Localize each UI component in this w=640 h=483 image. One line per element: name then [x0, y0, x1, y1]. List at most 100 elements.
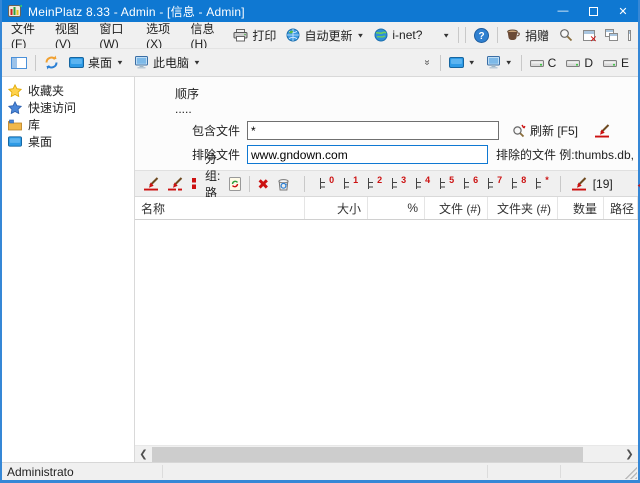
star-blue-icon [8, 101, 22, 114]
minimize-button[interactable]: — [548, 0, 578, 22]
tree-depth-icon [487, 178, 494, 190]
level-8-button[interactable]: 8 [507, 175, 531, 193]
separator [440, 55, 441, 71]
tile-windows-icon [628, 30, 631, 41]
recycle-bin-button[interactable] [273, 174, 294, 194]
status-divider [560, 465, 561, 478]
list-options-button[interactable] [187, 174, 201, 193]
column-header-size[interactable]: 大小 [305, 197, 368, 219]
close-window-icon [583, 30, 595, 41]
tree-depth-icon [511, 178, 518, 190]
expand-columns-button[interactable]: ↔ [631, 173, 640, 194]
column-header-folders[interactable]: 文件夹 (#) [488, 197, 558, 219]
refresh-grouping-button[interactable] [224, 174, 246, 194]
tree-depth-icon [319, 178, 326, 190]
desktop-icon-button[interactable]: ▼ [444, 54, 481, 71]
order-label: 顺序 [175, 85, 634, 102]
left-right-arrow-icon: ↔ [635, 176, 640, 191]
inet-button[interactable]: i-net? ▼ [369, 25, 455, 45]
chevron-down-icon: ▼ [116, 59, 124, 66]
chevron-down-icon: ▼ [442, 31, 450, 38]
tree-depth-icon [391, 178, 398, 190]
toggle-sidebar-button[interactable] [6, 54, 32, 72]
desktop-icon [449, 57, 464, 68]
maximize-button[interactable] [578, 0, 608, 22]
auto-update-button[interactable]: 自动更新 ▼ [281, 24, 369, 47]
level-2-button[interactable]: 2 [363, 175, 387, 193]
column-header-percent[interactable]: % [368, 197, 425, 219]
results-table-header: 名称 大小 % 文件 (#) 文件夹 (#) 数量 路径 [135, 197, 638, 220]
exclude-files-hint: 排除的文件 例:thumbs.db, [496, 146, 634, 163]
tile-windows-button[interactable] [623, 27, 636, 44]
sidebar-item-desktop[interactable]: 桌面 [4, 133, 132, 150]
drive-icon [530, 58, 544, 68]
separator [465, 27, 466, 43]
window-controls: — ✕ [548, 0, 638, 22]
scrollbar-thumb[interactable] [152, 447, 583, 462]
sidebar-item-libraries[interactable]: 库 [4, 116, 132, 133]
level-7-button[interactable]: 7 [483, 175, 507, 193]
column-header-name[interactable]: 名称 [135, 197, 305, 219]
results-table-body[interactable] [135, 220, 638, 445]
toolbar-overflow-button[interactable]: » [417, 54, 437, 71]
cascade-windows-button[interactable] [600, 26, 623, 44]
column-header-path[interactable]: 路径 [604, 197, 638, 219]
refresh-button[interactable] [39, 52, 64, 73]
help-button[interactable]: ? [469, 25, 494, 46]
separator [249, 176, 250, 192]
level-1-button[interactable]: 1 [339, 175, 363, 193]
separator [458, 27, 459, 43]
scan-shovel-button[interactable] [589, 121, 615, 141]
level-all-button[interactable]: * [531, 175, 554, 193]
clear-list-button[interactable]: ✖ [253, 174, 273, 194]
chevron-down-icon: ▼ [505, 59, 513, 66]
drive-d-button[interactable]: D [561, 53, 598, 73]
scan-folder-button[interactable] [139, 174, 163, 194]
drive-e-button[interactable]: E [598, 53, 634, 73]
help-icon: ? [474, 28, 489, 43]
scroll-right-arrow[interactable]: ❯ [621, 446, 638, 463]
close-button[interactable]: ✕ [608, 0, 638, 22]
coffee-cup-icon [506, 29, 521, 41]
donate-button[interactable]: 捐赠 [501, 24, 554, 47]
scan-drive-button[interactable] [163, 174, 187, 194]
separator [35, 55, 36, 71]
level-3-button[interactable]: 3 [387, 175, 411, 193]
shovel-icon [167, 177, 183, 191]
order-value: ..... [175, 102, 634, 116]
close-window-button[interactable] [578, 27, 600, 44]
print-button[interactable]: 打印 [228, 24, 281, 47]
desktop-icon [69, 57, 84, 68]
exclude-files-input[interactable] [247, 145, 488, 164]
cascade-windows-icon [605, 29, 618, 41]
level-4-button[interactable]: 4 [411, 175, 435, 193]
level-6-button[interactable]: 6 [459, 175, 483, 193]
scroll-left-arrow[interactable]: ❮ [135, 446, 152, 463]
refresh-f5-button[interactable]: 刷新 [F5] [507, 119, 583, 142]
column-header-count[interactable]: 数量 [558, 197, 604, 219]
sidebar-item-quick-access[interactable]: 快速访问 [4, 99, 132, 116]
refresh-icon [44, 55, 59, 70]
include-files-input[interactable] [247, 121, 499, 140]
status-bar: Administrato [2, 462, 638, 480]
sidebar-item-favorites[interactable]: 收藏夹 [4, 82, 132, 99]
library-folder-icon [8, 119, 22, 131]
chevron-down-icon: ▼ [193, 59, 201, 66]
search-button[interactable] [554, 25, 578, 45]
drive-c-button[interactable]: C [525, 53, 562, 73]
this-pc-icon-button[interactable]: ▼ [481, 53, 518, 72]
overflow-chevron-icon: » [422, 58, 433, 68]
column-header-files[interactable]: 文件 (#) [425, 197, 488, 219]
desktop-scope-button[interactable]: 桌面 ▼ [64, 51, 129, 74]
level-5-button[interactable]: 5 [435, 175, 459, 193]
status-user: Administrato [7, 465, 74, 479]
horizontal-scrollbar[interactable]: ❮ ❯ [135, 445, 638, 462]
scrollbar-track[interactable] [152, 446, 621, 463]
level-0-button[interactable]: 0 [315, 175, 339, 193]
refresh-page-icon [228, 177, 242, 191]
content-area: 收藏夹 快速访问 库 桌面 顺序 ..... [2, 76, 638, 462]
scan-count-button[interactable]: [19] [567, 174, 617, 194]
this-pc-scope-button[interactable]: 此电脑 ▼ [129, 51, 206, 74]
resize-grip-icon[interactable] [625, 467, 637, 479]
chevron-down-icon: ▼ [356, 31, 364, 38]
